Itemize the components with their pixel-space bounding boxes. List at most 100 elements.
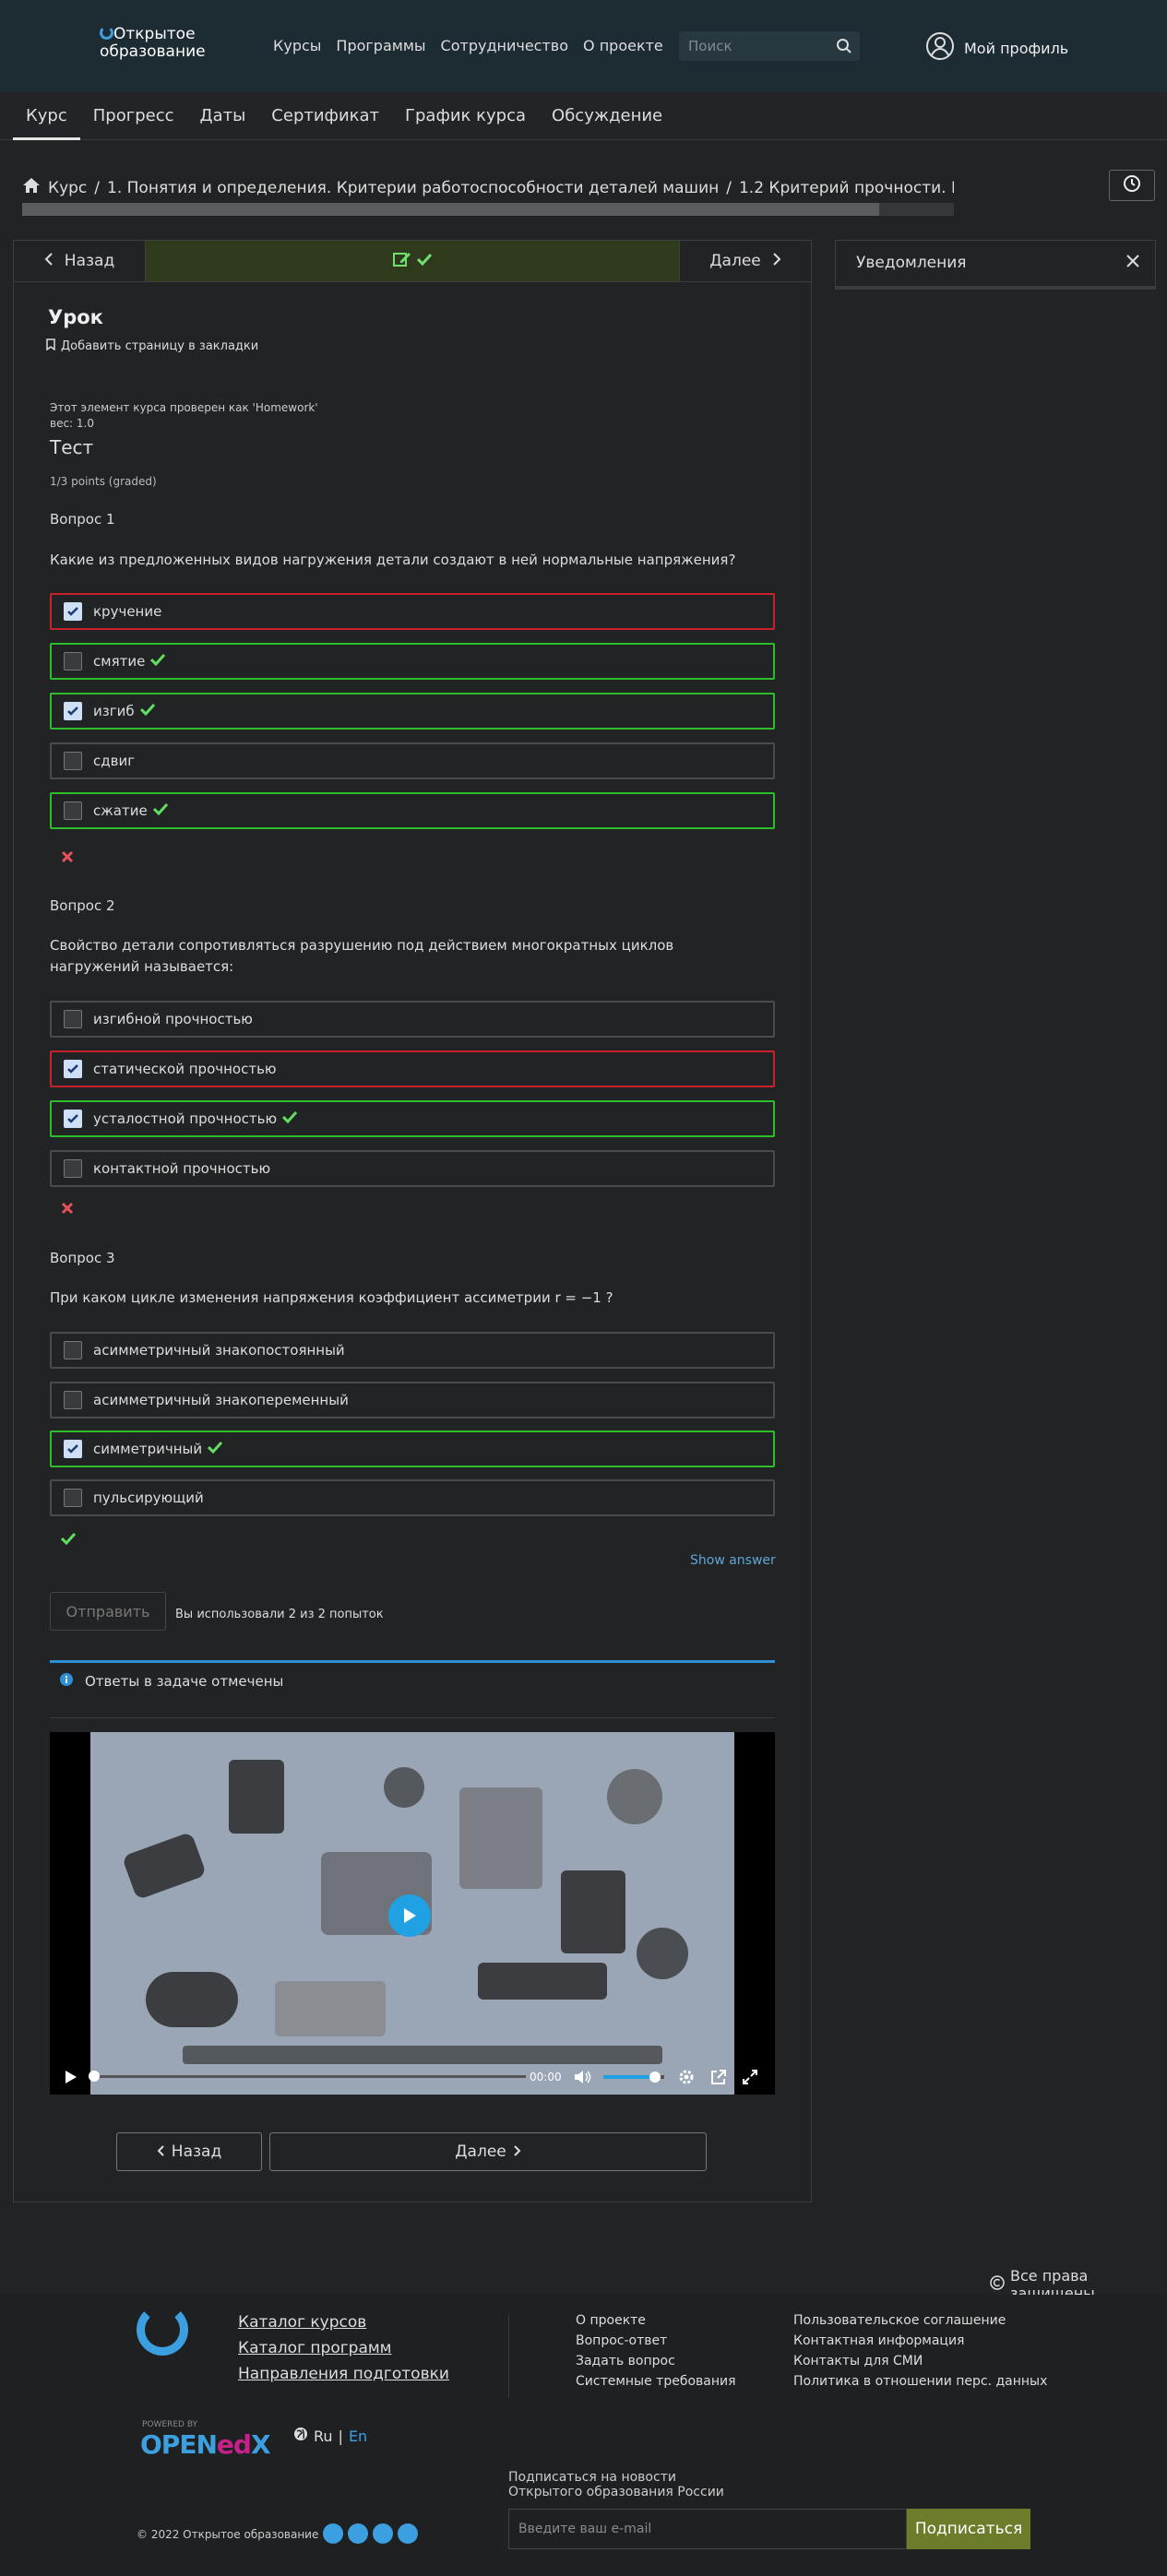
answer-option[interactable]: сдвиг <box>50 742 775 779</box>
telegram-icon[interactable] <box>323 2523 343 2544</box>
answer-option-label: контактной прочностью <box>93 1160 271 1177</box>
answer-option[interactable]: сжатие <box>50 792 775 829</box>
answer-option[interactable]: изгиб <box>50 693 775 730</box>
close-icon[interactable] <box>1125 254 1140 272</box>
nav-cooperation[interactable]: Сотрудничество <box>441 37 568 54</box>
breadcrumb-course[interactable]: Курс <box>48 179 87 197</box>
volume-handle[interactable] <box>649 2071 661 2083</box>
email-field[interactable] <box>509 2510 897 2548</box>
footer-link-requirements[interactable]: Системные требования <box>576 2374 736 2389</box>
external-link-icon[interactable] <box>710 2069 727 2089</box>
play-big-icon[interactable] <box>388 1894 431 1937</box>
checkbox[interactable] <box>64 1391 82 1409</box>
settings-icon[interactable] <box>678 2069 695 2089</box>
checkbox[interactable] <box>64 652 82 671</box>
video-player[interactable]: 00:00 <box>50 1732 775 2095</box>
checkbox-checked[interactable] <box>64 702 82 720</box>
breadcrumb-subsection[interactable]: 1.2 Критерий прочности. Циклы на <box>739 179 954 197</box>
nav-courses[interactable]: Курсы <box>273 37 321 54</box>
tab-dates[interactable]: Даты <box>187 105 259 140</box>
bookmark-label: Добавить страницу в закладки <box>61 339 259 353</box>
openedx-logo[interactable]: OPENedX <box>140 2429 271 2460</box>
answer-option-label: пульсирующий <box>93 1490 204 1506</box>
search-input[interactable] <box>679 31 827 61</box>
volume-icon[interactable] <box>574 2069 592 2089</box>
nav-about[interactable]: О проекте <box>583 37 663 54</box>
checkbox-checked[interactable] <box>64 1440 82 1458</box>
odnoklassniki-icon[interactable] <box>373 2523 393 2544</box>
breadcrumb-section[interactable]: 1. Понятия и определения. Критерии работ… <box>107 179 719 197</box>
tab-certificate[interactable]: Сертификат <box>258 105 392 140</box>
timeline-handle[interactable] <box>89 2071 100 2082</box>
checkbox[interactable] <box>64 801 82 820</box>
checkbox[interactable] <box>64 1010 82 1028</box>
answer-option-label: изгиб <box>93 703 135 719</box>
footer-link-ask[interactable]: Задать вопрос <box>576 2354 736 2368</box>
video-timeline[interactable] <box>92 2075 526 2078</box>
lang-ru[interactable]: Ru <box>314 2428 333 2445</box>
sequence-prev-button[interactable]: Назад <box>14 241 146 281</box>
footer-link-about[interactable]: О проекте <box>576 2313 736 2328</box>
dates-button[interactable] <box>1109 170 1155 201</box>
footer-link-programs[interactable]: Каталог программ <box>238 2339 449 2357</box>
clock-icon <box>1123 174 1141 196</box>
sequence-unit-tab[interactable] <box>146 241 679 281</box>
notice-text: Ответы в задаче отмечены <box>85 1672 284 1690</box>
footer-link-press[interactable]: Контакты для СМИ <box>793 2354 1047 2368</box>
footer-link-courses[interactable]: Каталог курсов <box>238 2313 449 2332</box>
answer-option[interactable]: статической прочностью <box>50 1051 775 1087</box>
submit-button[interactable]: Отправить <box>50 1592 166 1631</box>
checkbox-checked[interactable] <box>64 1110 82 1128</box>
bottom-prev-button[interactable]: Назад <box>116 2132 262 2171</box>
notifications-title: Уведомления <box>856 254 967 272</box>
subscribe-line-1: Подписаться на новости <box>508 2470 676 2485</box>
profile-link[interactable]: Мой профиль <box>925 31 1068 65</box>
answer-option[interactable]: кручение <box>50 593 775 630</box>
breadcrumb: Курс / 1. Понятия и определения. Критери… <box>22 177 954 198</box>
answer-option[interactable]: изгибной прочностью <box>50 1001 775 1038</box>
tab-discussion[interactable]: Обсуждение <box>539 105 675 140</box>
subscribe-button[interactable]: Подписаться <box>907 2509 1030 2549</box>
play-icon[interactable] <box>65 2070 77 2088</box>
vk-icon[interactable] <box>348 2523 368 2544</box>
checkbox-checked[interactable] <box>64 602 82 621</box>
footer-link-directions[interactable]: Направления подготовки <box>238 2365 449 2383</box>
nav-programs[interactable]: Программы <box>336 37 425 54</box>
search-icon[interactable] <box>836 38 852 58</box>
footer-link-privacy[interactable]: Политика в отношении перс. данных <box>793 2374 1047 2389</box>
site-logo[interactable]: Открытое образование <box>100 26 220 63</box>
footer-link-faq[interactable]: Вопрос-ответ <box>576 2333 736 2348</box>
bookmark-button[interactable]: Добавить страницу в закладки <box>46 338 258 354</box>
tab-course[interactable]: Курс <box>13 105 80 140</box>
checkbox-checked[interactable] <box>64 1060 82 1078</box>
checkbox[interactable] <box>64 752 82 770</box>
bottom-next-button[interactable]: Далее <box>269 2132 707 2171</box>
footer-logo-icon[interactable] <box>137 2304 188 2356</box>
checkbox[interactable] <box>64 1159 82 1178</box>
tab-schedule[interactable]: График курса <box>392 105 539 140</box>
answer-option[interactable]: асимметричный знакопостоянный <box>50 1332 775 1369</box>
answer-option[interactable]: пульсирующий <box>50 1479 775 1516</box>
answer-option[interactable]: контактной прочностью <box>50 1150 775 1187</box>
sequence-next-button[interactable]: Далее <box>679 241 811 281</box>
footer-link-contacts[interactable]: Контактная информация <box>793 2333 1047 2348</box>
answer-option[interactable]: симметричный <box>50 1430 775 1467</box>
footer-link-terms[interactable]: Пользовательское соглашение <box>793 2313 1047 2328</box>
answer-option[interactable]: смятие <box>50 643 775 680</box>
question-label: Вопрос 3 <box>50 1250 115 1266</box>
answer-option[interactable]: усталостной прочностью <box>50 1100 775 1137</box>
lang-en[interactable]: En <box>349 2428 367 2445</box>
twitter-icon[interactable] <box>398 2523 418 2544</box>
checkbox[interactable] <box>64 1489 82 1507</box>
tab-progress[interactable]: Прогресс <box>80 105 187 140</box>
course-tabs: Курс Прогресс Даты Сертификат График кур… <box>13 105 675 140</box>
sequence-prev-label: Назад <box>64 252 115 270</box>
question-text: Какие из предложенных видов нагружения д… <box>50 552 736 568</box>
home-icon[interactable] <box>22 177 41 198</box>
answer-option[interactable]: асимметричный знакопеременный <box>50 1382 775 1419</box>
chevron-left-icon <box>44 252 54 270</box>
openedx-open: OPEN <box>140 2429 218 2460</box>
checkbox[interactable] <box>64 1341 82 1359</box>
show-answer-button[interactable]: Show answer <box>690 1553 776 1568</box>
fullscreen-icon[interactable] <box>742 2069 758 2089</box>
